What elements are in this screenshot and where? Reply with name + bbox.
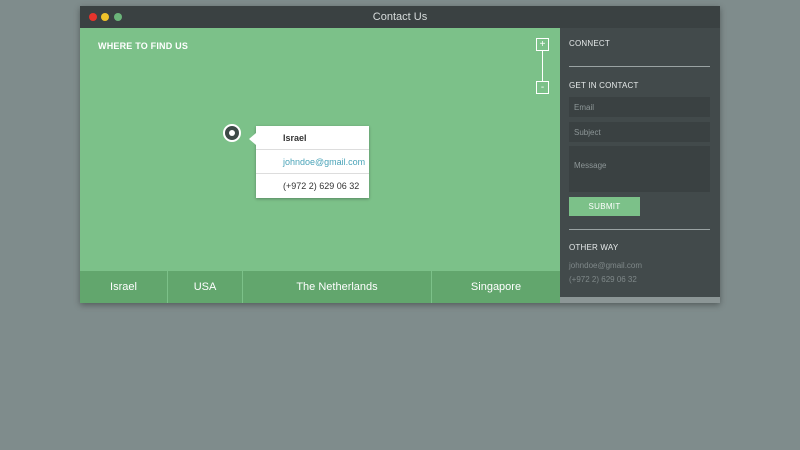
subject-field[interactable] — [569, 122, 710, 142]
title-bar: Contact Us — [80, 6, 720, 28]
zoom-slider-track[interactable] — [542, 51, 543, 81]
info-email-link[interactable]: johndoe@gmail.com — [256, 150, 369, 174]
connect-divider — [569, 66, 710, 67]
message-field[interactable] — [569, 146, 710, 192]
connect-heading: CONNECT — [569, 39, 610, 48]
map-heading: WHERE TO FIND US — [98, 41, 189, 51]
location-info-card: Israel johndoe@gmail.com (+972 2) 629 06… — [249, 126, 369, 198]
tab-usa[interactable]: USA — [168, 271, 243, 303]
tab-singapore[interactable]: Singapore — [432, 271, 560, 303]
location-marker-icon[interactable] — [223, 124, 241, 142]
other-way-heading: OTHER WAY — [569, 243, 619, 252]
email-field[interactable] — [569, 97, 710, 117]
contact-window: Contact Us WHERE TO FIND US + - Israel j… — [80, 6, 720, 303]
other-email[interactable]: johndoe@gmail.com — [569, 261, 642, 270]
tab-the-netherlands[interactable]: The Netherlands — [243, 271, 432, 303]
map-area[interactable]: WHERE TO FIND US + - Israel johndoe@gmai… — [80, 28, 560, 277]
tab-israel[interactable]: Israel — [80, 271, 168, 303]
info-phone: (+972 2) 629 06 32 — [283, 181, 360, 191]
window-title: Contact Us — [372, 11, 428, 23]
zoom-in-button[interactable]: + — [536, 38, 549, 51]
get-in-contact-heading: GET IN CONTACT — [569, 81, 639, 90]
contact-sidebar: CONNECT GET IN CONTACT SUBMIT OTHER WAY … — [560, 28, 720, 303]
other-phone: (+972 2) 629 06 32 — [569, 275, 637, 284]
other-way-divider — [569, 229, 710, 230]
sidebar-scrollbar[interactable] — [560, 297, 720, 303]
location-tabs: Israel USA The Netherlands Singapore — [80, 271, 560, 303]
info-location-name: Israel — [256, 126, 369, 150]
zoom-out-button[interactable]: - — [536, 81, 549, 94]
submit-button[interactable]: SUBMIT — [569, 197, 640, 216]
info-card-pointer — [249, 133, 256, 145]
marker-center-dot — [229, 130, 235, 136]
